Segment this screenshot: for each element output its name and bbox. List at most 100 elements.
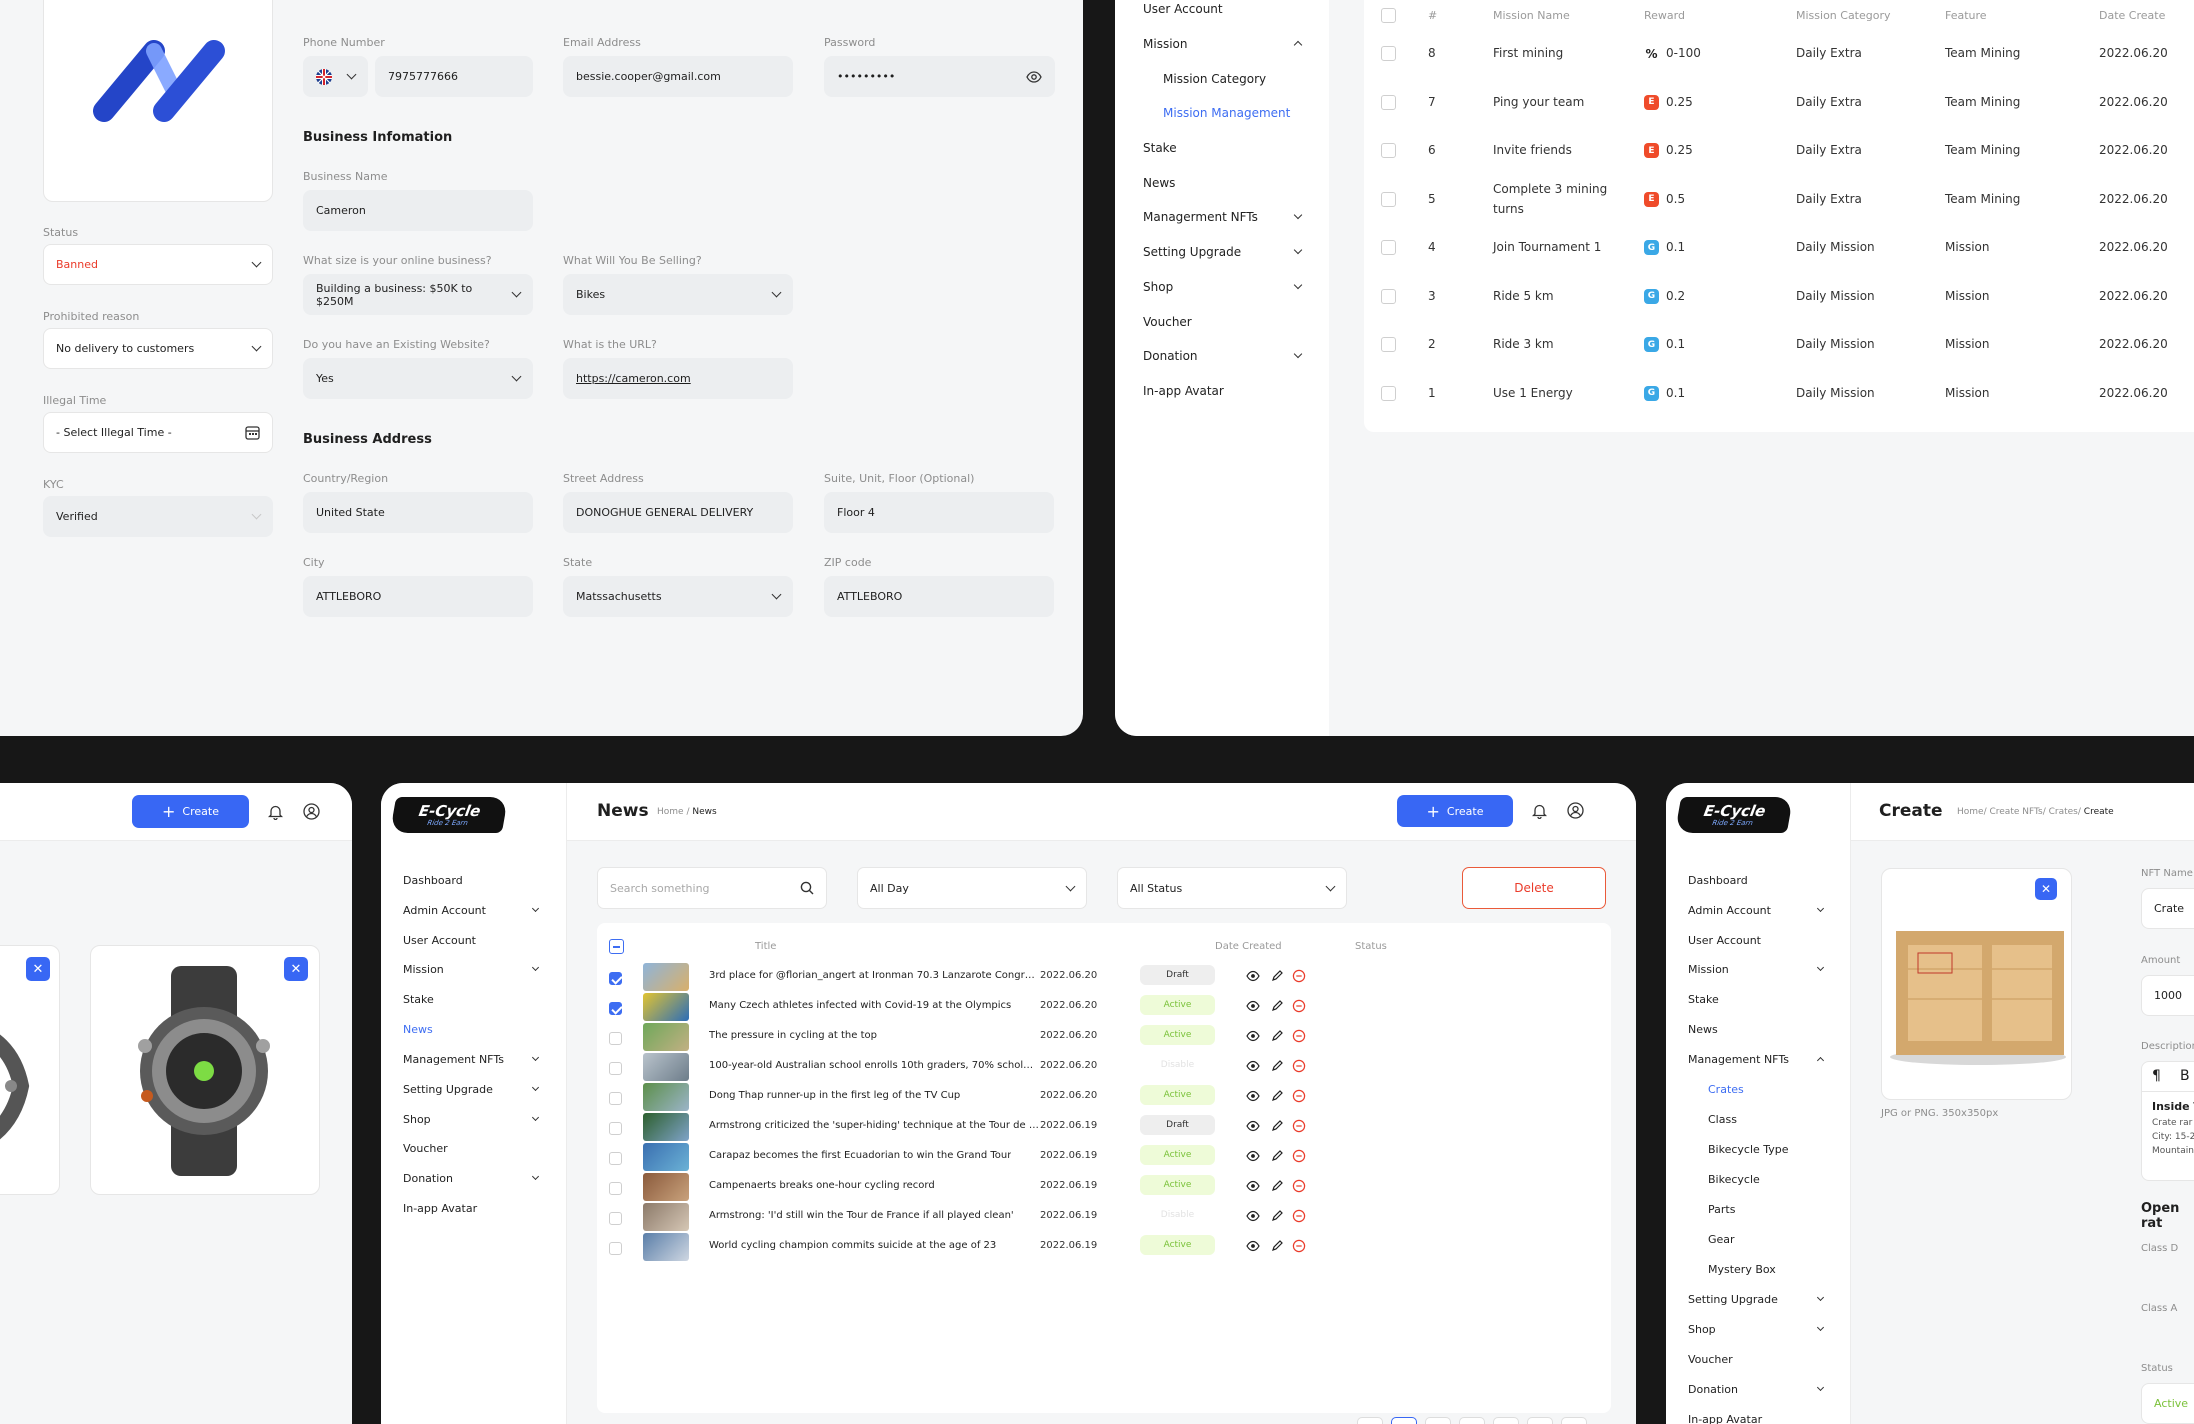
sidebar-item-stake[interactable]: Stake [403,993,434,1006]
sidebar-item-news[interactable]: News [1143,176,1175,190]
sidebar-item-mission-management[interactable]: Mission Management [1163,106,1290,120]
news-title[interactable]: 100-year-old Australian school enrolls 1… [709,1060,1039,1071]
sidebar-item-admin-account[interactable]: Admin Account [1688,904,1771,917]
remove-circle-icon[interactable] [1292,1179,1306,1193]
remove-circle-icon[interactable] [1292,1209,1306,1223]
sidebar-item-setting-upgrade[interactable]: Setting Upgrade [403,1083,493,1096]
edit-pencil-icon[interactable] [1270,1029,1284,1043]
bold-icon[interactable]: B [2180,1068,2190,1084]
password-input[interactable]: ••••••••• [824,56,1055,97]
news-title[interactable]: The pressure in cycling at the top [709,1030,877,1041]
news-title[interactable]: Campenaerts breaks one-hour cycling reco… [709,1180,935,1191]
remove-circle-icon[interactable] [1292,999,1306,1013]
news-title[interactable]: Armstrong: 'I'd still win the Tour de Fr… [709,1210,1014,1221]
country-input[interactable]: United State [303,492,533,533]
sidebar-item-management-nfts[interactable]: Management NFTs [1688,1053,1789,1066]
existing-site-select[interactable]: Yes [303,358,533,399]
page-button[interactable] [1357,1417,1383,1424]
row-checkbox[interactable] [1381,46,1396,61]
email-input[interactable]: bessie.cooper@gmail.com [563,56,793,97]
suite-input[interactable]: Floor 4 [824,492,1054,533]
edit-pencil-icon[interactable] [1270,1209,1284,1223]
breadcrumb-crates[interactable]: Crates [2049,807,2078,817]
kyc-select[interactable]: Verified [43,496,273,537]
page-button[interactable] [1527,1417,1553,1424]
online-size-select[interactable]: Building a business: $50K to $250M [303,274,533,315]
sidebar-item-admin-account[interactable]: Admin Account [403,904,486,917]
prohibited-reason-select[interactable]: No delivery to customers [43,328,273,369]
eye-icon[interactable] [1246,1209,1260,1223]
eye-icon[interactable] [1246,999,1260,1013]
table-row[interactable]: World cycling champion commits suicide a… [597,1233,1611,1279]
bell-icon[interactable] [1532,803,1547,819]
street-input[interactable]: DONOGHUE GENERAL DELIVERY [563,492,793,533]
sidebar-item-dashboard[interactable]: Dashboard [403,874,463,887]
row-checkbox[interactable] [609,1152,622,1165]
sidebar-item-stake[interactable]: Stake [1688,993,1719,1006]
row-checkbox[interactable] [609,1092,622,1105]
row-checkbox[interactable] [1381,143,1396,158]
row-checkbox[interactable] [609,1032,622,1045]
news-title[interactable]: Armstrong criticized the 'super-hiding' … [709,1120,1039,1131]
zip-input[interactable]: ATTLEBORO [824,576,1054,617]
create-button[interactable]: + Create [132,795,249,828]
user-circle-icon[interactable] [1567,802,1584,819]
row-checkbox[interactable] [1381,191,1396,207]
eye-icon[interactable] [1246,1089,1260,1103]
remove-circle-icon[interactable] [1292,1089,1306,1103]
news-title[interactable]: Carapaz becomes the first Ecuadorian to … [709,1150,1011,1161]
sidebar-item-mystery-box[interactable]: Mystery Box [1708,1263,1776,1276]
selling-select[interactable]: Bikes [563,274,793,315]
sidebar-item-donation[interactable]: Donation [1688,1383,1738,1396]
sidebar-item-voucher[interactable]: Voucher [1688,1353,1733,1366]
news-title[interactable]: Dong Thap runner-up in the first leg of … [709,1090,960,1101]
select-all-checkbox[interactable] [1381,8,1396,23]
sidebar-item-user-account[interactable]: User Account [1143,2,1223,16]
row-checkbox[interactable] [609,972,622,985]
illegal-time-picker[interactable]: - Select Illegal Time - [43,412,273,453]
row-checkbox[interactable] [1381,240,1396,255]
breadcrumb-home[interactable]: Home [1957,807,1984,817]
create-button[interactable]: + Create [1397,795,1513,827]
row-checkbox[interactable] [609,1062,622,1075]
status-select[interactable]: Active [2141,1383,2194,1424]
eye-icon[interactable] [1246,1239,1260,1253]
sidebar-item-donation[interactable]: Donation [1143,349,1198,363]
row-checkbox[interactable] [609,1182,622,1195]
sidebar-item-dashboard[interactable]: Dashboard [1688,874,1748,887]
sidebar-item-user-account[interactable]: User Account [1688,934,1761,947]
breadcrumb-home[interactable]: Home [657,807,684,817]
sidebar-item-shop[interactable]: Shop [1143,280,1173,294]
sidebar-item-donation[interactable]: Donation [403,1172,453,1185]
remove-circle-icon[interactable] [1292,1029,1306,1043]
edit-pencil-icon[interactable] [1270,999,1284,1013]
row-checkbox[interactable] [1381,94,1396,110]
page-button[interactable] [1561,1417,1587,1424]
eye-icon[interactable] [1246,1149,1260,1163]
row-checkbox[interactable] [609,1212,622,1225]
sidebar-item-bikecycle-type[interactable]: Bikecycle Type [1708,1143,1789,1156]
news-title[interactable]: 3rd place for @florian_angert at Ironman… [709,970,1039,981]
sidebar-item-mission[interactable]: Mission [1143,37,1187,51]
breadcrumb-create-nfts[interactable]: Create NFTs [1989,807,2042,817]
edit-pencil-icon[interactable] [1270,1149,1284,1163]
bell-icon[interactable] [268,804,283,820]
remove-circle-icon[interactable] [1292,1239,1306,1253]
eye-icon[interactable] [1246,1119,1260,1133]
sidebar-item-news[interactable]: News [403,1023,433,1036]
state-select[interactable]: Matssachusetts [563,576,793,617]
page-button[interactable] [1493,1417,1519,1424]
search-input[interactable]: Search something [597,867,827,909]
remove-circle-icon[interactable] [1292,1149,1306,1163]
business-name-input[interactable]: Cameron [303,190,533,231]
row-checkbox[interactable] [609,1002,622,1015]
remove-circle-icon[interactable] [1292,1119,1306,1133]
sidebar-item-news[interactable]: News [1688,1023,1718,1036]
remove-circle-icon[interactable] [1292,1059,1306,1073]
day-filter-select[interactable]: All Day [857,867,1087,909]
user-circle-icon[interactable] [303,803,320,820]
eye-icon[interactable] [1246,1059,1260,1073]
edit-pencil-icon[interactable] [1270,1239,1284,1253]
edit-pencil-icon[interactable] [1270,1059,1284,1073]
sidebar-item-in-app-avatar[interactable]: In-app Avatar [1143,384,1224,398]
